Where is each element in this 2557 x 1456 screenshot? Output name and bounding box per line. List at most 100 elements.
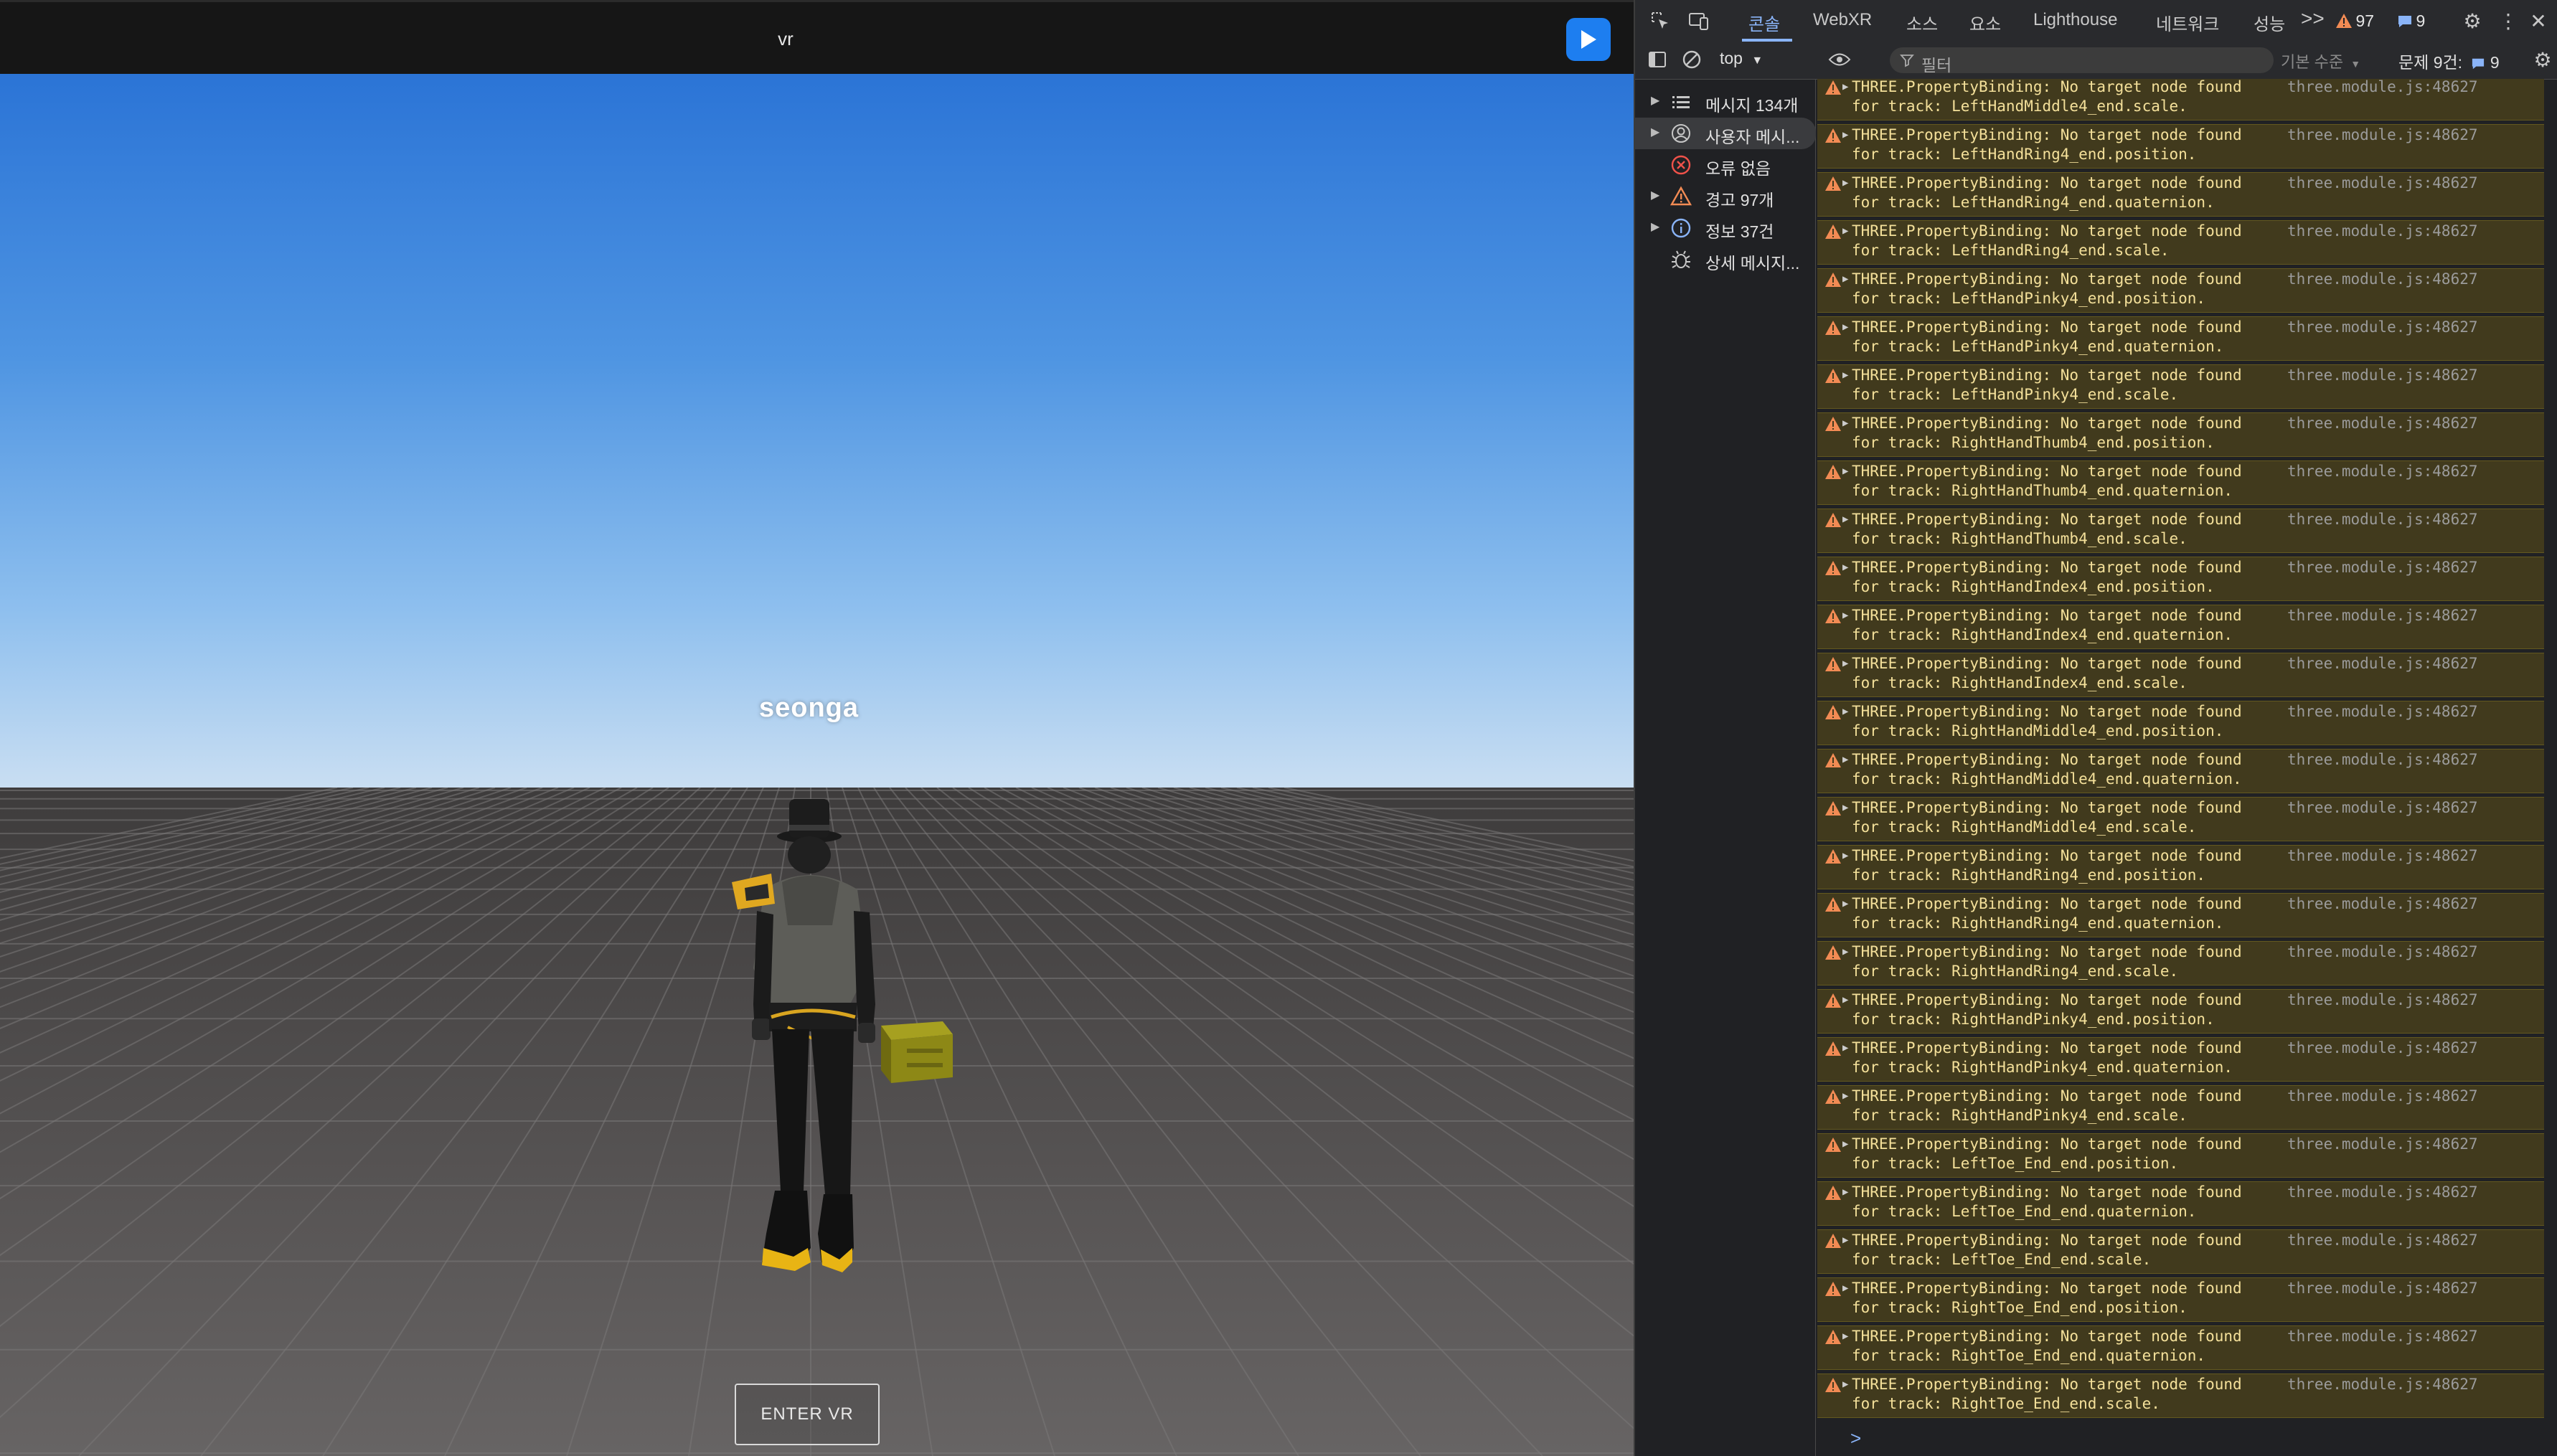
console-prompt[interactable]: > <box>1850 1427 1861 1450</box>
source-link[interactable]: three.module.js:48627 <box>2287 895 2478 912</box>
console-warning-row[interactable]: ▶ THREE.PropertyBinding: No target node f… <box>1817 1277 2544 1322</box>
console-warning-row[interactable]: ▶ THREE.PropertyBinding: No target node f… <box>1817 124 2544 169</box>
expand-arrow-icon[interactable]: ▶ <box>1842 1379 1848 1390</box>
source-link[interactable]: three.module.js:48627 <box>2287 991 2478 1008</box>
sidebar-toggle-icon[interactable] <box>1645 47 1670 72</box>
expand-arrow-icon[interactable]: ▶ <box>1842 273 1848 285</box>
expand-arrow-icon[interactable]: ▶ <box>1842 850 1848 861</box>
expand-arrow-icon[interactable]: ▶ <box>1842 994 1848 1006</box>
device-toolbar-icon[interactable] <box>1687 9 1711 33</box>
vr-viewport[interactable]: vr seonga ENTER VR <box>0 0 1634 1456</box>
console-warning-row[interactable]: ▶ THREE.PropertyBinding: No target node f… <box>1817 460 2544 505</box>
source-link[interactable]: three.module.js:48627 <box>2287 222 2478 240</box>
console-warning-row[interactable]: ▶ THREE.PropertyBinding: No target node f… <box>1817 1325 2544 1370</box>
sidebar-item-warnings[interactable]: ▶ 경고 97개 <box>1635 181 1816 212</box>
source-link[interactable]: three.module.js:48627 <box>2287 1183 2478 1201</box>
context-selector[interactable]: top ▼ <box>1720 49 1763 68</box>
console-warning-row[interactable]: ▶ THREE.PropertyBinding: No target node f… <box>1817 749 2544 793</box>
issues-indicator[interactable]: 문제 9건: 9 <box>2398 49 2500 73</box>
console-warning-row[interactable]: ▶ THREE.PropertyBinding: No target node f… <box>1817 1133 2544 1178</box>
expand-arrow-icon[interactable]: ▶ <box>1842 369 1848 381</box>
console-warning-row[interactable]: ▶ THREE.PropertyBinding: No target node f… <box>1817 1181 2544 1226</box>
console-warning-row[interactable]: ▶ THREE.PropertyBinding: No target node f… <box>1817 1229 2544 1274</box>
expand-arrow-icon[interactable]: ▶ <box>1842 1186 1848 1198</box>
console-warning-row[interactable]: ▶ THREE.PropertyBinding: No target node f… <box>1817 364 2544 409</box>
console-warning-row[interactable]: ▶ THREE.PropertyBinding: No target node f… <box>1817 605 2544 649</box>
settings-gear-icon[interactable]: ⚙ <box>2460 9 2485 33</box>
tab-lighthouse[interactable]: Lighthouse <box>2033 10 2117 30</box>
tab-performance[interactable]: 성능 <box>2254 10 2285 35</box>
inspect-element-icon[interactable] <box>1648 9 1672 33</box>
console-warning-row[interactable]: ▶ THREE.PropertyBinding: No target node f… <box>1817 412 2544 457</box>
sidebar-item-info[interactable]: ▶ 정보 37건 <box>1635 212 1816 244</box>
console-warning-row[interactable]: ▶ THREE.PropertyBinding: No target node f… <box>1817 1374 2544 1418</box>
expand-arrow-icon[interactable]: ▶ <box>1842 465 1848 477</box>
expand-arrow-icon[interactable]: ▶ <box>1842 1090 1848 1102</box>
console-warning-row[interactable]: ▶ THREE.PropertyBinding: No target node f… <box>1817 509 2544 553</box>
source-link[interactable]: three.module.js:48627 <box>2287 1376 2478 1393</box>
source-link[interactable]: three.module.js:48627 <box>2287 943 2478 960</box>
source-link[interactable]: three.module.js:48627 <box>2287 799 2478 816</box>
source-link[interactable]: three.module.js:48627 <box>2287 703 2478 720</box>
console-warning-row[interactable]: ▶ THREE.PropertyBinding: No target node f… <box>1817 557 2544 601</box>
source-link[interactable]: three.module.js:48627 <box>2287 270 2478 288</box>
close-icon[interactable]: ✕ <box>2526 9 2551 33</box>
expand-arrow-icon[interactable]: ▶ <box>1842 802 1848 813</box>
expand-arrow-icon[interactable]: ▶ <box>1842 946 1848 958</box>
source-link[interactable]: three.module.js:48627 <box>2287 655 2478 672</box>
expand-arrow-icon[interactable]: ▶ <box>1842 1138 1848 1150</box>
expand-arrow-icon[interactable]: ▶ <box>1842 81 1848 93</box>
source-link[interactable]: three.module.js:48627 <box>2287 1135 2478 1153</box>
expand-arrow-icon[interactable]: ▶ <box>1842 706 1848 717</box>
tab-webxr[interactable]: WebXR <box>1813 10 1872 30</box>
log-level-dropdown[interactable]: 기본 수준 ▼ <box>2281 49 2360 72</box>
console-warning-row[interactable]: ▶ THREE.PropertyBinding: No target node f… <box>1817 1085 2544 1130</box>
source-link[interactable]: three.module.js:48627 <box>2287 511 2478 528</box>
source-link[interactable]: three.module.js:48627 <box>2287 751 2478 768</box>
enter-vr-button[interactable]: ENTER VR <box>735 1384 880 1445</box>
live-expression-eye-icon[interactable] <box>1827 47 1852 72</box>
expand-arrow-icon[interactable]: ▶ <box>1842 417 1848 429</box>
console-warning-row[interactable]: ▶ THREE.PropertyBinding: No target node f… <box>1817 220 2544 265</box>
issue-count-badge[interactable]: 9 <box>2397 11 2425 31</box>
tab-console[interactable]: 콘솔 <box>1748 10 1780 35</box>
sidebar-item-verbose[interactable]: 상세 메시지... <box>1635 244 1816 275</box>
expand-arrow-icon[interactable]: ▶ <box>1842 177 1848 189</box>
console-warning-row[interactable]: ▶ THREE.PropertyBinding: No target node f… <box>1817 268 2544 313</box>
source-link[interactable]: three.module.js:48627 <box>2287 174 2478 192</box>
tab-sources[interactable]: 소스 <box>1906 10 1938 35</box>
source-link[interactable]: three.module.js:48627 <box>2287 847 2478 864</box>
console-warning-row[interactable]: ▶ THREE.PropertyBinding: No target node f… <box>1817 653 2544 697</box>
console-warning-row[interactable]: ▶ THREE.PropertyBinding: No target node f… <box>1817 989 2544 1034</box>
source-link[interactable]: three.module.js:48627 <box>2287 607 2478 624</box>
source-link[interactable]: three.module.js:48627 <box>2287 1280 2478 1297</box>
console-warning-row[interactable]: ▶ THREE.PropertyBinding: No target node f… <box>1817 845 2544 889</box>
console-warning-row[interactable]: ▶ THREE.PropertyBinding: No target node f… <box>1817 316 2544 361</box>
console-settings-gear-icon[interactable]: ⚙ <box>2530 47 2555 72</box>
source-link[interactable]: three.module.js:48627 <box>2287 79 2478 95</box>
source-link[interactable]: three.module.js:48627 <box>2287 415 2478 432</box>
console-warning-row[interactable]: ▶ THREE.PropertyBinding: No target node f… <box>1817 797 2544 841</box>
kebab-menu-icon[interactable]: ⋮ <box>2496 9 2520 33</box>
expand-arrow-icon[interactable]: ▶ <box>1842 1282 1848 1294</box>
expand-arrow-icon[interactable]: ▶ <box>1842 658 1848 669</box>
source-link[interactable]: three.module.js:48627 <box>2287 318 2478 336</box>
expand-arrow-icon[interactable]: ▶ <box>1842 514 1848 525</box>
expand-arrow-icon[interactable]: ▶ <box>1842 1234 1848 1246</box>
source-link[interactable]: three.module.js:48627 <box>2287 1232 2478 1249</box>
expand-arrow-icon[interactable]: ▶ <box>1842 898 1848 909</box>
sidebar-item-errors[interactable]: 오류 없음 <box>1635 149 1816 181</box>
expand-arrow-icon[interactable]: ▶ <box>1842 1330 1848 1342</box>
clear-console-icon[interactable] <box>1680 47 1704 72</box>
source-link[interactable]: three.module.js:48627 <box>2287 463 2478 480</box>
warning-count-badge[interactable]: 97 <box>2335 11 2374 31</box>
more-tabs-button[interactable]: >> <box>2301 7 2325 30</box>
console-warning-row[interactable]: ▶ THREE.PropertyBinding: No target node f… <box>1817 893 2544 937</box>
source-link[interactable]: three.module.js:48627 <box>2287 1328 2478 1345</box>
source-link[interactable]: three.module.js:48627 <box>2287 1039 2478 1056</box>
console-warning-row[interactable]: ▶ THREE.PropertyBinding: No target node f… <box>1817 172 2544 217</box>
console-warning-row[interactable]: ▶ THREE.PropertyBinding: No target node f… <box>1817 701 2544 745</box>
source-link[interactable]: three.module.js:48627 <box>2287 126 2478 143</box>
console-warning-row[interactable]: ▶ THREE.PropertyBinding: No target node f… <box>1817 79 2544 120</box>
console-message-list[interactable]: ▶ THREE.PropertyBinding: No target node f… <box>1816 79 2557 1456</box>
